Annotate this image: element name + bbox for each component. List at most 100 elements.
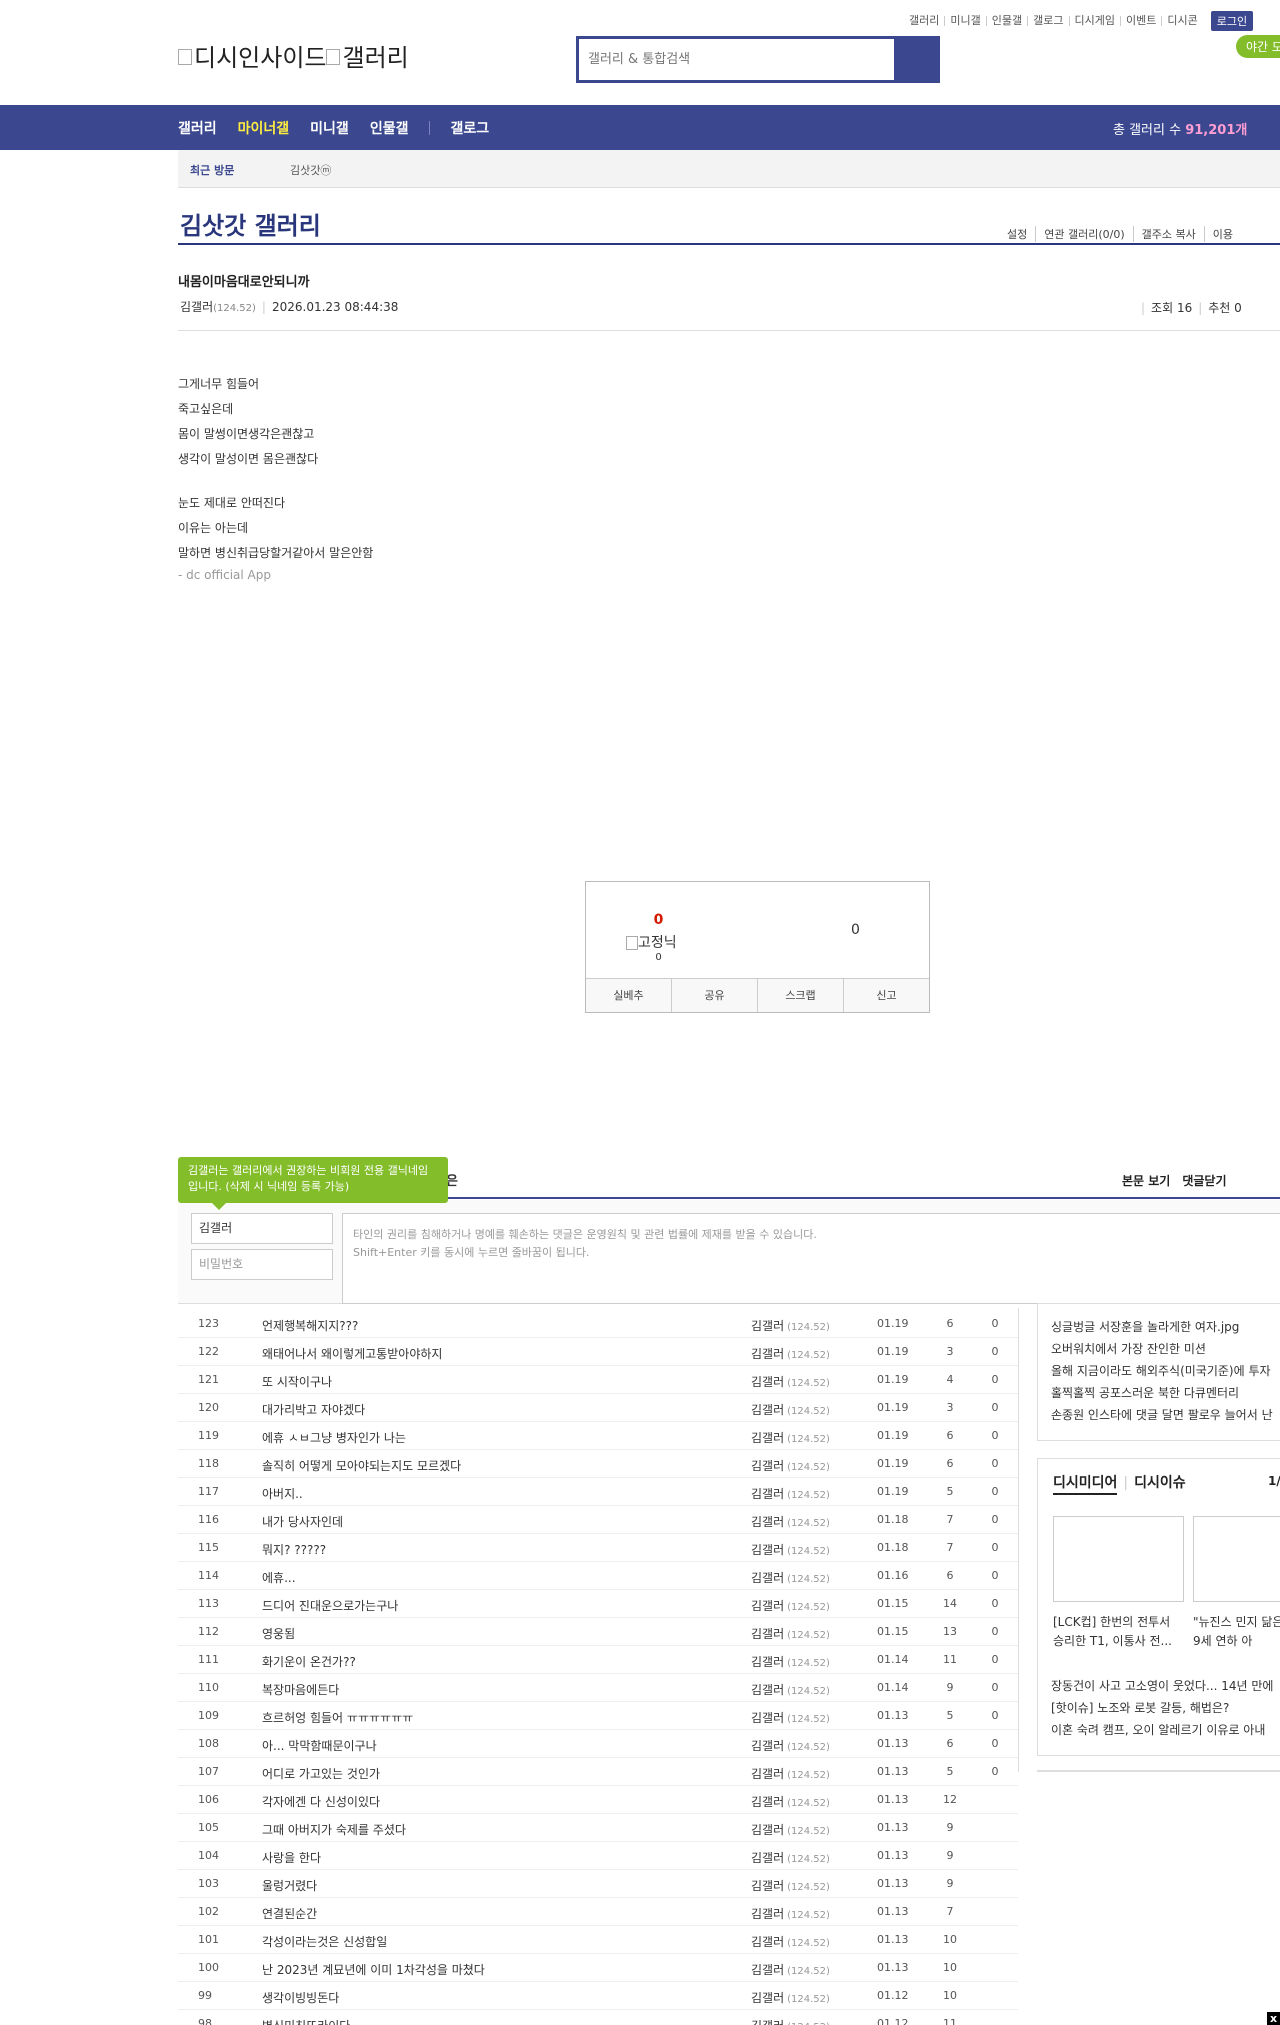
recommend-down-count[interactable]: 0 xyxy=(851,922,860,938)
issue-link[interactable]: [핫이슈] 노조와 로봇 갈등, 해법은? xyxy=(1051,1697,1273,1719)
issue-link[interactable]: 장동건이 사고 고소영이 웃었다... 14년 만에 xyxy=(1051,1675,1273,1697)
post-title-link[interactable]: 대가리박고 자야겠다 xyxy=(262,1401,365,1418)
nav-gallery[interactable]: 갤러리 xyxy=(178,118,217,138)
list-item[interactable]: 119 에휴 ㅅㅂ그냥 병자인가 나는 김갤러 (124.52) 01.19 6 0 xyxy=(178,1422,1018,1450)
recent-label[interactable]: 최근 방문 xyxy=(190,162,234,178)
list-item[interactable]: 121 또 시작이구나 김갤러 (124.52) 01.19 4 0 xyxy=(178,1366,1018,1394)
post-title-link[interactable]: 에휴 ㅅㅂ그냥 병자인가 나는 xyxy=(262,1429,406,1446)
gallery-title[interactable]: 김삿갓 갤러리 xyxy=(180,206,321,241)
post-writer[interactable]: 김갤러 xyxy=(751,1935,784,1949)
list-item[interactable]: 101 각성이라는것은 신성합일 김갤러 (124.52) 01.13 10 xyxy=(178,1926,1018,1954)
list-item[interactable]: 107 어디로 가고있는 것인가 김갤러 (124.52) 01.13 5 0 xyxy=(178,1758,1018,1786)
post-writer[interactable]: 김갤러 xyxy=(751,1851,784,1865)
post-writer[interactable]: 김갤러 xyxy=(751,1795,784,1809)
list-item[interactable]: 118 솔직히 어떻게 모아야되는지도 모르겠다 김갤러 (124.52) 01.19 6… xyxy=(178,1450,1018,1478)
list-item[interactable]: 110 복장마음에든다 김갤러 (124.52) 01.14 9 0 xyxy=(178,1674,1018,1702)
hot-post-link[interactable]: 싱글벙글 서장훈을 놀라게한 여자.jpg xyxy=(1051,1316,1267,1338)
nav-person-gallery[interactable]: 인물갤 xyxy=(370,118,409,138)
media-caption[interactable]: [LCK컵] 한번의 전투서 승리한 T1, 이통사 전... xyxy=(1053,1613,1184,1651)
post-writer[interactable]: 김갤러 xyxy=(751,1431,784,1445)
post-writer[interactable]: 김갤러 xyxy=(751,1599,784,1613)
post-title-link[interactable]: 에휴... xyxy=(262,1569,296,1586)
util-persongall-link[interactable]: 인물갤 xyxy=(985,15,1027,26)
post-writer[interactable]: 김갤러 xyxy=(751,1627,784,1641)
list-item[interactable]: 116 내가 당사자인데 김갤러 (124.52) 01.18 7 0 xyxy=(178,1506,1018,1534)
login-button[interactable]: 로그인 xyxy=(1210,11,1254,31)
post-title-link[interactable]: 솔직히 어떻게 모아야되는지도 모르겠다 xyxy=(262,1457,461,1474)
tab-dc-media[interactable]: 디시미디어 xyxy=(1053,1475,1118,1495)
post-writer[interactable]: 김갤러 xyxy=(751,1403,784,1417)
list-item[interactable]: 115 뭐지? ????? 김갤러 (124.52) 01.18 7 0 xyxy=(178,1534,1018,1562)
post-title-link[interactable]: 내가 당사자인데 xyxy=(262,1513,343,1530)
list-item[interactable]: 109 흐르허엉 힘들어 ㅠㅠㅠㅠㅠㅠ 김갤러 (124.52) 01.13 5 0 xyxy=(178,1702,1018,1730)
list-item[interactable]: 102 연결된순간 김갤러 (124.52) 01.13 7 xyxy=(178,1898,1018,1926)
night-mode-button[interactable]: 야간 모드 xyxy=(1236,35,1280,58)
post-title-link[interactable]: 드디어 진대운으로가는구나 xyxy=(262,1597,398,1614)
tab-dc-issue[interactable]: 디시이슈 xyxy=(1134,1475,1186,1491)
list-item[interactable]: 117 아버지.. 김갤러 (124.52) 01.19 5 0 xyxy=(178,1478,1018,1506)
report-button[interactable]: 신고 xyxy=(843,979,929,1012)
post-writer[interactable]: 김갤러 xyxy=(751,1375,784,1389)
post-writer[interactable]: 김갤러 xyxy=(751,2019,784,2025)
post-writer[interactable]: 김갤러 xyxy=(751,1543,784,1557)
post-writer[interactable]: 김갤러 xyxy=(751,1991,784,2005)
post-writer[interactable]: 김갤러 xyxy=(751,1571,784,1585)
post-title-link[interactable]: 울렁거렸다 xyxy=(262,1877,317,1894)
util-dcgame-link[interactable]: 디시게임 xyxy=(1068,15,1120,26)
list-item[interactable]: 98 병신미친또라이다 김갤러(124.52) 01.12 11 xyxy=(178,2010,1018,2025)
list-item[interactable]: 104 사랑을 한다 김갤러 (124.52) 01.13 9 xyxy=(178,1842,1018,1870)
post-writer[interactable]: 김갤러 xyxy=(751,1823,784,1837)
copy-address-link[interactable]: 갤주소 복사 xyxy=(1132,226,1204,242)
post-writer[interactable]: 김갤러 xyxy=(751,1767,784,1781)
util-minigall-link[interactable]: 미니갤 xyxy=(944,15,985,26)
util-gallery-link[interactable]: 갤러리 xyxy=(904,15,944,26)
issue-link[interactable]: 이혼 숙려 캠프, 오이 알레르기 이유로 아내 xyxy=(1051,1719,1273,1741)
post-title-link[interactable]: 왜태어나서 왜이렇게고통받아야하지 xyxy=(262,1345,442,1362)
post-writer[interactable]: 김갤러 xyxy=(751,1655,784,1669)
util-dccon-link[interactable]: 디시콘 xyxy=(1161,15,1202,26)
list-item[interactable]: 123 언제행복해지지??? 김갤러 (124.52) 01.19 6 0 xyxy=(178,1310,1018,1338)
post-writer[interactable]: 김갤러 xyxy=(751,1515,784,1529)
post-title-link[interactable]: 아버지.. xyxy=(262,1485,303,1502)
post-writer[interactable]: 김갤러 xyxy=(751,1879,784,1893)
post-title-link[interactable]: 어디로 가고있는 것인가 xyxy=(262,1765,380,1782)
post-writer[interactable]: 김갤러 xyxy=(751,1907,784,1921)
hot-post-link[interactable]: 오버워치에서 가장 잔인한 미션 xyxy=(1051,1338,1267,1360)
list-item[interactable]: 114 에휴... 김갤러 (124.52) 01.16 6 0 xyxy=(178,1562,1018,1590)
view-body-button[interactable]: 본문 보기 xyxy=(1122,1174,1170,1188)
scrap-button[interactable]: 스크랩 xyxy=(757,979,843,1012)
post-title-link[interactable]: 각자에겐 다 신성이있다 xyxy=(262,1793,380,1810)
hot-post-link[interactable]: 올해 지금이라도 해외주식(미국기준)에 투자 xyxy=(1051,1360,1271,1382)
post-title-link[interactable]: 그때 아버지가 숙제를 주셨다 xyxy=(262,1821,406,1838)
search-button[interactable] xyxy=(897,39,937,80)
nav-mini-gallery[interactable]: 미니갤 xyxy=(310,118,349,138)
media-thumbnail[interactable] xyxy=(1053,1516,1184,1602)
nav-minor-gallery[interactable]: 마이너갤 xyxy=(238,118,290,138)
post-title-link[interactable]: 사랑을 한다 xyxy=(262,1849,321,1866)
post-title-link[interactable]: 흐르허엉 힘들어 ㅠㅠㅠㅠㅠㅠ xyxy=(262,1709,413,1726)
post-title-link[interactable]: 난 2023년 계묘년에 이미 1차각성을 마쳤다 xyxy=(262,1961,485,1978)
list-item[interactable]: 113 드디어 진대운으로가는구나 김갤러 (124.52) 01.15 14 0 xyxy=(178,1590,1018,1618)
hot-post-link[interactable]: 손종원 인스타에 댓글 달면 팔로우 늘어서 난 xyxy=(1051,1404,1273,1426)
list-item[interactable]: 100 난 2023년 계묘년에 이미 1차각성을 마쳤다 김갤러 (124.52) 0… xyxy=(178,1954,1018,1982)
post-title-link[interactable]: 복장마음에든다 xyxy=(262,1681,339,1698)
post-title-link[interactable]: 생각이빙빙돈다 xyxy=(262,1989,339,2006)
util-gallog-link[interactable]: 갤로그 xyxy=(1027,15,1068,26)
media-caption[interactable]: "뉴진스 민지 닮은" KCM, 9세 연하 아 xyxy=(1193,1613,1280,1651)
util-event-link[interactable]: 이벤트 xyxy=(1119,15,1161,26)
list-item[interactable]: 105 그때 아버지가 숙제를 주셨다 김갤러 (124.52) 01.13 9 xyxy=(178,1814,1018,1842)
post-writer[interactable]: 김갤러 xyxy=(751,1739,784,1753)
nav-gallog[interactable]: 갤로그 xyxy=(450,118,489,138)
post-title-link[interactable]: 또 시작이구나 xyxy=(262,1373,332,1390)
settings-link[interactable]: 설정 xyxy=(1007,226,1035,242)
list-item[interactable]: 103 울렁거렸다 김갤러 (124.52) 01.13 9 xyxy=(178,1870,1018,1898)
list-item[interactable]: 99 생각이빙빙돈다 김갤러 (124.52) 01.12 10 xyxy=(178,1982,1018,2010)
close-comments-button[interactable]: 댓글닫기 xyxy=(1182,1174,1226,1188)
list-item[interactable]: 106 각자에겐 다 신성이있다 김갤러 (124.52) 01.13 12 xyxy=(178,1786,1018,1814)
recent-gallery-item[interactable]: 김삿갓ⓜ xyxy=(290,162,331,178)
media-thumbnail[interactable] xyxy=(1193,1516,1280,1602)
post-title-link[interactable]: 영웅됨 xyxy=(262,1625,295,1642)
list-item[interactable]: 122 왜태어나서 왜이렇게고통받아야하지 김갤러 (124.52) 01.19 3 0 xyxy=(178,1338,1018,1366)
nickname-field[interactable]: 김갤러 xyxy=(191,1213,333,1244)
post-author[interactable]: 김갤러 xyxy=(180,300,213,314)
